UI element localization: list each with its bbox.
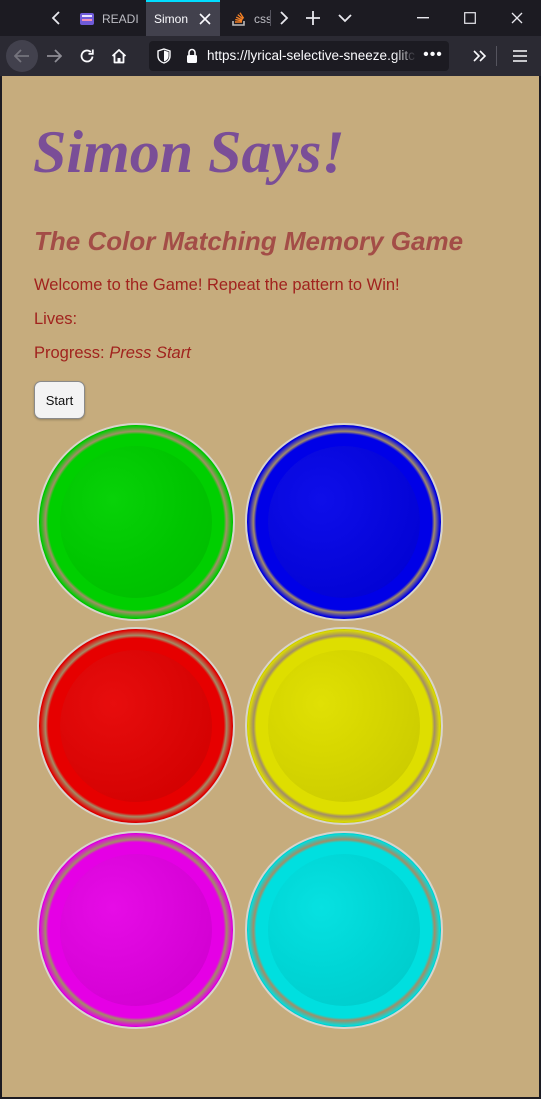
tracking-protection-shield-icon[interactable]	[157, 48, 171, 64]
maximize-icon[interactable]	[457, 0, 483, 36]
forward-button[interactable]	[38, 40, 70, 72]
home-button[interactable]	[103, 40, 135, 72]
arrow-right-icon	[47, 49, 62, 63]
chevron-right-icon[interactable]	[273, 0, 295, 36]
progress-value: Press Start	[109, 344, 191, 362]
double-chevron-right-icon	[473, 50, 487, 62]
reload-icon	[80, 49, 94, 63]
reload-button[interactable]	[71, 40, 103, 72]
page-title: Simon Says!	[33, 119, 345, 185]
readme-favicon-icon	[80, 13, 94, 25]
red-button[interactable]	[37, 627, 235, 825]
progress-label: Progress:	[34, 344, 105, 362]
lock-icon[interactable]	[185, 48, 199, 64]
tab-css[interactable]: css	[222, 2, 270, 36]
tab-strip: READI Simon css	[0, 0, 541, 36]
new-tab-icon[interactable]	[300, 0, 326, 36]
arrow-left-icon	[14, 49, 29, 63]
url-text[interactable]: https://lyrical-selective-sneeze.glitc	[207, 41, 419, 71]
toolbar-divider	[496, 46, 497, 66]
hamburger-menu-icon	[513, 50, 527, 62]
tab-readme[interactable]: READI	[70, 2, 145, 36]
home-icon	[111, 49, 127, 64]
page-subtitle: The Color Matching Memory Game	[34, 226, 464, 256]
page-actions-button[interactable]: •••	[421, 41, 445, 71]
lives-label: Lives:	[34, 310, 78, 328]
page-content: Simon Says! The Color Matching Memory Ga…	[2, 76, 539, 1097]
close-tab-icon[interactable]	[199, 13, 211, 25]
magenta-button[interactable]	[37, 831, 235, 1029]
chevron-left-icon[interactable]	[43, 0, 69, 36]
cyan-button[interactable]	[245, 831, 443, 1029]
blue-button[interactable]	[245, 423, 443, 621]
stackoverflow-favicon-icon	[232, 12, 245, 26]
app-menu-button[interactable]	[504, 40, 536, 72]
progress-line: Progress: Press Start	[34, 344, 191, 363]
tab-divider	[270, 10, 271, 26]
list-all-tabs-icon[interactable]	[332, 0, 358, 36]
tab-simon[interactable]: Simon	[146, 0, 220, 36]
back-button[interactable]	[6, 40, 38, 72]
url-main: https://lyrical-selective-sneeze.glit	[207, 48, 409, 63]
close-window-icon[interactable]	[504, 0, 530, 36]
overflow-menu-button[interactable]	[464, 40, 496, 72]
url-bar[interactable]: https://lyrical-selective-sneeze.glitc •…	[149, 41, 449, 71]
tab-label: Simon	[154, 12, 189, 26]
yellow-button[interactable]	[245, 627, 443, 825]
tab-label: READI	[102, 12, 139, 26]
url-fade	[394, 41, 420, 71]
navigation-toolbar: https://lyrical-selective-sneeze.glitc •…	[0, 36, 541, 76]
welcome-text: Welcome to the Game! Repeat the pattern …	[34, 276, 400, 294]
start-button[interactable]: Start	[34, 381, 85, 419]
green-button[interactable]	[37, 423, 235, 621]
minimize-icon[interactable]	[410, 0, 436, 36]
tab-label: css	[254, 12, 270, 26]
